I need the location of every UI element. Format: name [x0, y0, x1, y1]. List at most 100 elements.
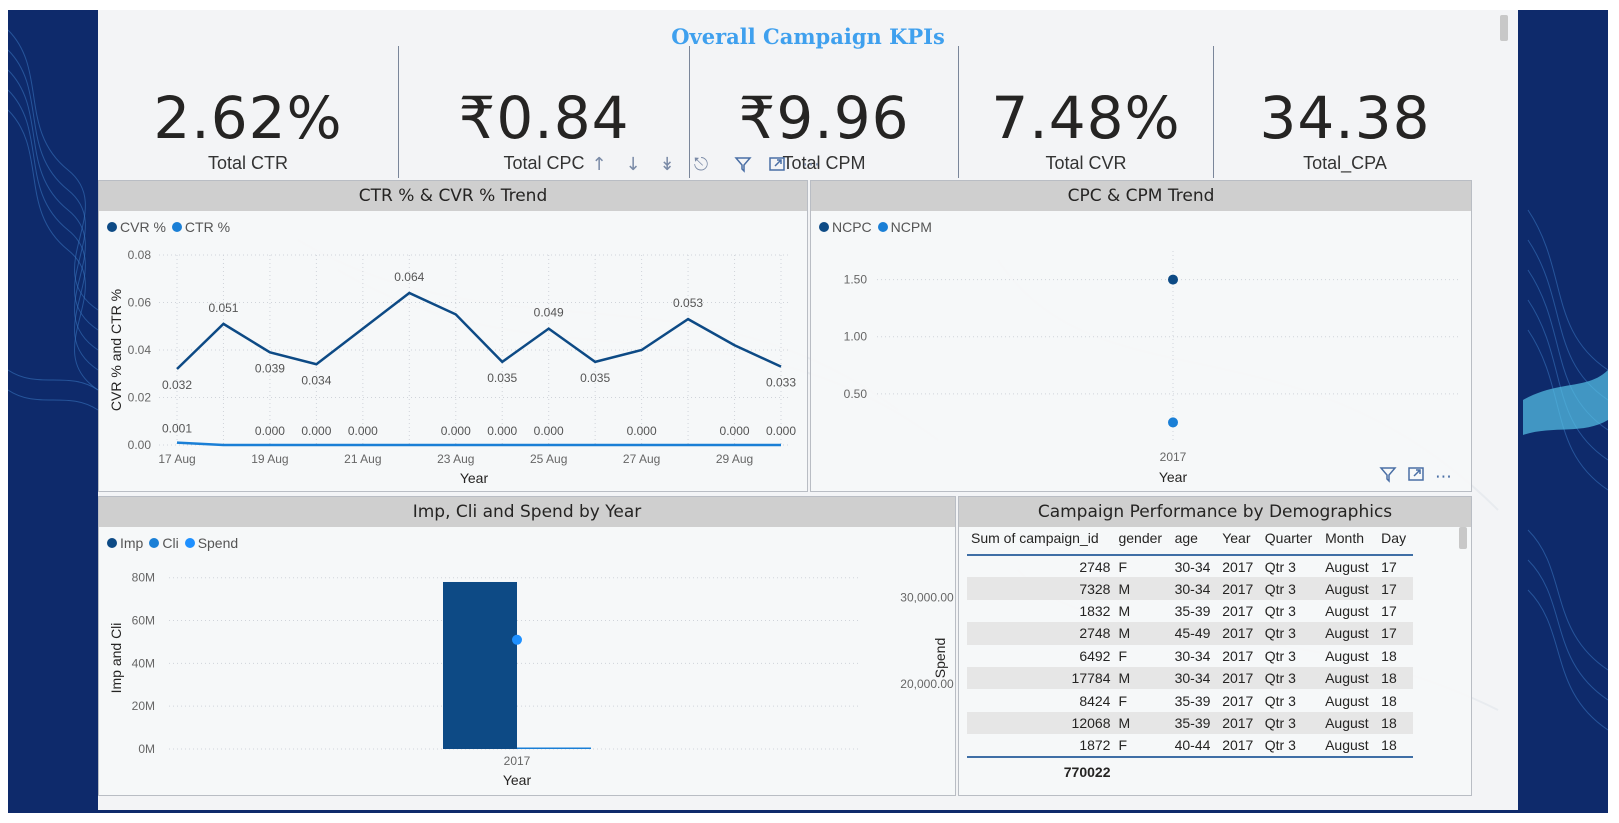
column-header[interactable]: gender [1114, 527, 1171, 556]
column-header[interactable]: Quarter [1260, 527, 1322, 556]
table-row[interactable]: 2748 F 30-34 2017 Qtr 3 August 17 [967, 555, 1413, 577]
kpi-value: ₹0.84 [458, 84, 630, 152]
table-cell: Qtr 3 [1264, 580, 1296, 597]
column-header[interactable]: age [1170, 527, 1219, 556]
line-chart[interactable]: 0.00 0.02 0.04 0.06 0.08 17 Aug 19 Aug 21 Aug 23… [99, 211, 807, 491]
x-tick-label: 21 Aug [344, 452, 381, 466]
double-arrow-down-icon[interactable]: ↡ [654, 151, 680, 177]
table-cell: Qtr 3 [1264, 602, 1296, 619]
table-cell: M [1118, 602, 1131, 619]
table-cell: 2017 [1222, 714, 1254, 731]
focus-mode-icon[interactable] [764, 151, 790, 177]
focus-glyph [1408, 467, 1424, 481]
kpi-card-cpa[interactable]: 34.38 Total_CPA [1214, 46, 1476, 182]
panel-title: Imp, Cli and Spend by Year [99, 497, 955, 527]
table-cell: August [1325, 670, 1369, 687]
data-label: 0.000 [487, 424, 517, 438]
data-label: 0.000 [441, 424, 471, 438]
table-scrollbar[interactable] [1459, 527, 1467, 549]
table-total-row: 770022 [967, 755, 1413, 782]
table-cell: Qtr 3 [1264, 692, 1296, 709]
table-cell [1260, 755, 1322, 782]
table-cell: August [1325, 625, 1369, 642]
column-header[interactable]: Sum of campaign_id [967, 527, 1115, 556]
table-row[interactable]: 7328 M 30-34 2017 Qtr 3 August 17 [967, 577, 1413, 600]
table-cell: August [1325, 580, 1369, 597]
table-cell [1377, 755, 1413, 782]
table-row[interactable]: 2748 M 45-49 2017 Qtr 3 August 17 [967, 622, 1413, 645]
filter-icon[interactable] [730, 151, 756, 177]
y-tick-label: 0.50 [844, 387, 868, 401]
expand-hierarchy-icon[interactable]: ⎋ [688, 151, 714, 177]
table-cell: Qtr 3 [1264, 670, 1296, 687]
table-cell: August [1325, 692, 1369, 709]
arrow-down-icon[interactable]: ↓ [620, 151, 646, 177]
x-axis-title: Year [460, 470, 489, 486]
table-cell: Qtr 3 [1264, 714, 1296, 731]
imp-cli-spend-panel[interactable]: Imp, Cli and Spend by Year Imp Cli Spend… [98, 496, 956, 796]
y-tick-label: 0.02 [128, 391, 152, 405]
filter-glyph [734, 157, 752, 173]
x-tick-label: 23 Aug [437, 452, 474, 466]
table-row[interactable]: 8424 F 35-39 2017 Qtr 3 August 18 [967, 689, 1413, 711]
y-tick-label: 20M [132, 699, 155, 713]
visual-header-toolbar: ↑ ↓ ↡ ⎋ ⋯ [586, 150, 824, 178]
column-header[interactable]: Month [1321, 527, 1378, 556]
table-cell: 1832 [1079, 602, 1111, 619]
table-cell: 2748 [1079, 625, 1111, 642]
table-cell: 18 [1381, 692, 1397, 709]
data-label: 0.032 [162, 378, 192, 392]
more-options-icon[interactable]: ⋯ [1435, 467, 1452, 487]
demographics-table: Sum of campaign_id gender age Year Quart… [967, 527, 1413, 782]
table-row[interactable]: 1872 F 40-44 2017 Qtr 3 August 18 [967, 734, 1413, 756]
table-cell: 17 [1381, 602, 1397, 619]
table-row[interactable]: 1832 M 35-39 2017 Qtr 3 August 17 [967, 600, 1413, 622]
table-cell: 40-44 [1174, 736, 1211, 753]
table-cell: 2017 [1222, 602, 1254, 619]
column-header[interactable]: Day [1377, 527, 1413, 556]
table-cell [1170, 755, 1219, 782]
kpi-card-ctr[interactable]: 2.62% Total CTR [98, 46, 398, 182]
y2-axis-title: Spend [932, 638, 948, 678]
total-value: 770022 [967, 755, 1115, 782]
focus-mode-icon[interactable] [1407, 465, 1425, 488]
filter-glyph [1379, 467, 1397, 483]
y-tick-label: 1.50 [844, 273, 868, 287]
table-cell: August [1325, 736, 1369, 753]
x-axis-title: Year [1159, 469, 1188, 485]
scatter-chart[interactable]: 0.50 1.00 1.50 2017 Year [811, 211, 1471, 491]
table-cell: 2017 [1222, 625, 1254, 642]
kpi-label: Total CTR [207, 153, 288, 173]
ctr-cvr-trend-panel[interactable]: CTR % & CVR % Trend CVR % CTR % 0.00 0.02… [98, 180, 808, 492]
more-options-icon[interactable]: ⋯ [798, 151, 824, 177]
y-tick-label: 80M [132, 571, 155, 585]
table-cell: August [1325, 602, 1369, 619]
bar-chart[interactable]: 0M20M40M60M80M20,000.0030,000.00Imp and … [99, 527, 955, 795]
y2-tick-label: 30,000.00 [900, 590, 954, 604]
y-axis-title: CVR % and CTR % [108, 289, 124, 411]
table-row[interactable]: 6492 F 30-34 2017 Qtr 3 August 18 [967, 645, 1413, 667]
table-cell: Qtr 3 [1264, 736, 1296, 753]
table-cell: 30-34 [1174, 647, 1211, 664]
data-label: 0.064 [394, 270, 424, 284]
table-cell: 17784 [1071, 670, 1111, 687]
table-cell: 2017 [1222, 670, 1254, 687]
arrow-up-icon[interactable]: ↑ [586, 151, 612, 177]
panel-title: CPC & CPM Trend [811, 181, 1471, 211]
table-row[interactable]: 12068 M 35-39 2017 Qtr 3 August 18 [967, 711, 1413, 735]
page-scrollbar[interactable] [1500, 15, 1508, 41]
table-cell: 35-39 [1174, 692, 1211, 709]
data-label: 0.039 [255, 361, 285, 375]
demographics-table-panel[interactable]: Campaign Performance by Demographics Sum… [958, 496, 1472, 796]
table-cell: M [1118, 580, 1131, 597]
table-cell: 30-34 [1174, 670, 1211, 687]
kpi-card-cvr[interactable]: 7.48% Total CVR [959, 46, 1213, 182]
filter-icon[interactable] [1379, 465, 1397, 488]
table-cell: 2017 [1222, 692, 1254, 709]
column-header[interactable]: Year [1218, 527, 1261, 556]
table-row[interactable]: 17784 M 30-34 2017 Qtr 3 August 18 [967, 666, 1413, 690]
cpc-cpm-trend-panel[interactable]: CPC & CPM Trend NCPC NCPM 0.50 1.00 1.50 20… [810, 180, 1472, 492]
table-cell: 12068 [1071, 714, 1111, 731]
table-cell: 2017 [1222, 558, 1254, 575]
data-label: 0.053 [673, 296, 703, 310]
